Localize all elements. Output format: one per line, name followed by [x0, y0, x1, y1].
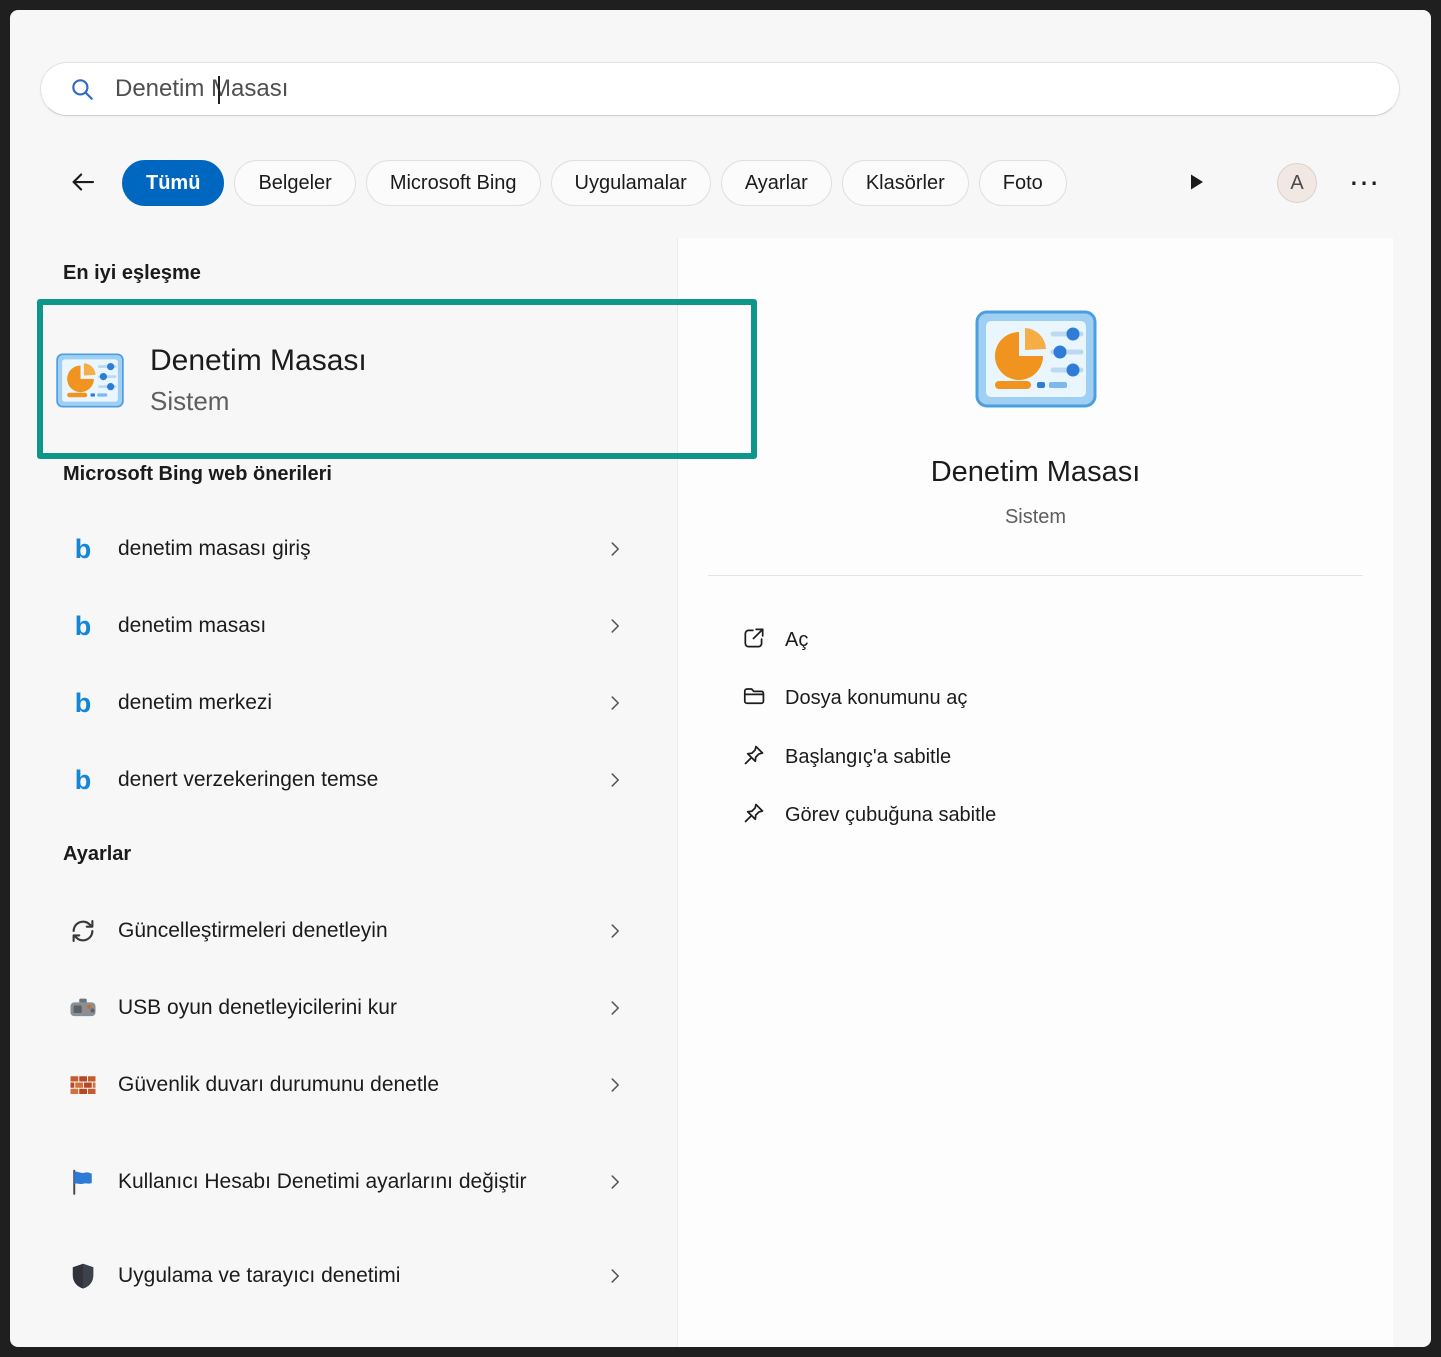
firewall-icon — [64, 1070, 102, 1100]
settings-label: Uygulama ve tarayıcı denetimi — [118, 1261, 400, 1290]
result-detail-panel: Denetim Masası Sistem Aç Dosya konumunu … — [677, 238, 1393, 1347]
bing-icon: b — [64, 613, 102, 640]
bing-suggestions-header: Microsoft Bing web önerileri — [63, 463, 332, 486]
action-label: Başlangıç'a sabitle — [785, 746, 951, 769]
more-options-button[interactable]: … — [1348, 156, 1381, 193]
best-match-title: Denetim Masası — [150, 344, 367, 378]
suggestion-label: denert verzekeringen temse — [118, 765, 378, 794]
detail-subtitle: Sistem — [678, 506, 1393, 529]
avatar-initial: A — [1290, 172, 1303, 195]
tab-belgeler[interactable]: Belgeler — [234, 160, 355, 206]
tab-label: Klasörler — [866, 172, 945, 195]
search-icon — [69, 76, 95, 102]
chevron-right-icon — [604, 538, 626, 560]
play-arrow-icon — [1184, 170, 1208, 199]
action-pin-to-taskbar[interactable]: Görev çubuğuna sabitle — [718, 786, 1348, 844]
search-query-text: Denetim Masası — [115, 75, 288, 103]
action-open-file-location[interactable]: Dosya konumunu aç — [718, 669, 1348, 727]
tab-label: Microsoft Bing — [390, 172, 517, 195]
settings-row-firewall[interactable]: Güvenlik duvarı durumunu denetle — [40, 1053, 640, 1117]
settings-label: Kullanıcı Hesabı Denetimi ayarlarını değ… — [118, 1167, 527, 1196]
gamepad-icon — [64, 993, 102, 1023]
settings-label: Güncelleştirmeleri denetleyin — [118, 916, 388, 945]
shield-icon — [64, 1261, 102, 1291]
chevron-right-icon — [604, 1171, 626, 1193]
chevron-right-icon — [604, 1074, 626, 1096]
tab-tumu[interactable]: Tümü — [122, 160, 224, 206]
tab-label: Tümü — [146, 172, 200, 195]
settings-row-check-updates[interactable]: Güncelleştirmeleri denetleyin — [40, 899, 640, 963]
pin-icon — [741, 742, 767, 773]
action-pin-to-start[interactable]: Başlangıç'a sabitle — [718, 728, 1348, 786]
windows-search-screen: Denetim Masası Tümü Belgeler Microsoft B… — [0, 0, 1441, 1357]
control-panel-icon — [56, 353, 124, 408]
tab-klasorler[interactable]: Klasörler — [842, 160, 969, 206]
text-caret — [218, 76, 220, 104]
chevron-right-icon — [604, 997, 626, 1019]
best-match-result[interactable]: Denetim Masası Sistem — [40, 308, 660, 452]
tabs-scroll-right-button[interactable] — [1182, 170, 1210, 198]
settings-label: USB oyun denetleyicilerini kur — [118, 993, 397, 1022]
best-match-text: Denetim Masası Sistem — [150, 344, 367, 417]
settings-header: Ayarlar — [63, 843, 131, 866]
action-label: Görev çubuğuna sabitle — [785, 804, 996, 827]
action-label: Aç — [785, 629, 808, 652]
divider — [708, 575, 1363, 576]
back-button[interactable] — [66, 168, 100, 200]
tab-label: Ayarlar — [745, 172, 808, 195]
bing-suggestion-row[interactable]: b denetim masası giriş — [40, 517, 640, 581]
action-open[interactable]: Aç — [718, 611, 1348, 669]
settings-row-usb-controllers[interactable]: USB oyun denetleyicilerini kur — [40, 976, 640, 1040]
tab-label: Uygulamalar — [575, 172, 687, 195]
bing-suggestion-row[interactable]: b denert verzekeringen temse — [40, 748, 640, 812]
suggestion-label: denetim masası — [118, 611, 266, 640]
tab-ayarlar[interactable]: Ayarlar — [721, 160, 832, 206]
chevron-right-icon — [604, 920, 626, 942]
tab-microsoft-bing[interactable]: Microsoft Bing — [366, 160, 541, 206]
user-avatar[interactable]: A — [1277, 163, 1317, 203]
flag-icon — [64, 1167, 102, 1197]
bing-icon: b — [64, 690, 102, 717]
sync-icon — [64, 916, 102, 946]
tab-label: Foto — [1003, 172, 1043, 195]
tab-uygulamalar[interactable]: Uygulamalar — [551, 160, 711, 206]
settings-row-uac[interactable]: Kullanıcı Hesabı Denetimi ayarlarını değ… — [40, 1130, 640, 1234]
open-external-icon — [741, 625, 767, 656]
back-arrow-icon — [68, 167, 98, 202]
folder-icon — [741, 683, 767, 714]
tab-fotograflar[interactable]: Foto — [979, 160, 1067, 206]
bing-suggestion-row[interactable]: b denetim masası — [40, 594, 640, 658]
bing-icon: b — [64, 767, 102, 794]
bing-icon: b — [64, 536, 102, 563]
suggestion-label: denetim masası giriş — [118, 534, 311, 563]
detail-title: Denetim Masası — [678, 456, 1393, 489]
chevron-right-icon — [604, 615, 626, 637]
settings-row-app-browser-control[interactable]: Uygulama ve tarayıcı denetimi — [40, 1244, 640, 1308]
control-panel-icon-large — [975, 310, 1097, 413]
pin-icon — [741, 800, 767, 831]
filter-tabs: Tümü Belgeler Microsoft Bing Uygulamalar… — [122, 158, 1169, 208]
bing-suggestion-row[interactable]: b denetim merkezi — [40, 671, 640, 735]
action-label: Dosya konumunu aç — [785, 687, 967, 710]
tab-label: Belgeler — [258, 172, 331, 195]
best-match-subtitle: Sistem — [150, 386, 367, 417]
chevron-right-icon — [604, 1265, 626, 1287]
chevron-right-icon — [604, 769, 626, 791]
chevron-right-icon — [604, 692, 626, 714]
suggestion-label: denetim merkezi — [118, 688, 272, 717]
best-match-header: En iyi eşleşme — [63, 262, 201, 285]
settings-label: Güvenlik duvarı durumunu denetle — [118, 1070, 439, 1099]
search-input[interactable]: Denetim Masası — [40, 62, 1400, 116]
